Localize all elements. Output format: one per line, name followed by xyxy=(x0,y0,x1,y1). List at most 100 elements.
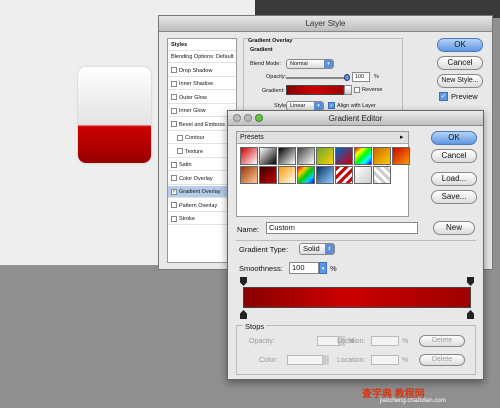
gradient-type-select[interactable]: Solid ⇕ xyxy=(299,243,335,255)
style-checkbox[interactable] xyxy=(171,107,177,114)
preset-swatch[interactable] xyxy=(240,147,258,165)
preset-swatch[interactable] xyxy=(354,147,372,165)
watermark-url: jiaocheng.chazidian.com xyxy=(380,398,446,404)
style-item[interactable]: Inner Glow xyxy=(168,105,236,117)
preview-checkbox[interactable]: ✓ xyxy=(439,92,448,101)
style-checkbox[interactable] xyxy=(171,94,177,101)
load-button[interactable]: Load... xyxy=(431,172,477,186)
ok-button[interactable]: OK xyxy=(431,131,477,145)
style-checkbox[interactable] xyxy=(171,67,177,74)
delete-button-2[interactable]: Delete xyxy=(419,354,465,366)
reverse-checkbox[interactable] xyxy=(354,87,360,93)
style-item[interactable]: Blending Options: Default xyxy=(168,51,236,63)
chevron-down-icon[interactable] xyxy=(344,85,352,95)
style-item[interactable]: Drop Shadow xyxy=(168,65,236,77)
subgroup-title: Gradient xyxy=(250,47,273,53)
style-item[interactable]: Inner Shadow xyxy=(168,78,236,90)
opacity-input[interactable]: 100 xyxy=(352,72,370,82)
style-item[interactable]: ✓ Gradient Overlay xyxy=(168,186,236,198)
style-item[interactable]: Color Overlay xyxy=(168,173,236,185)
style-item[interactable]: Texture xyxy=(168,146,236,158)
new-button[interactable]: New xyxy=(433,221,475,235)
presets-menu-icon[interactable]: ▸ xyxy=(400,133,404,141)
style-checkbox[interactable] xyxy=(171,161,177,168)
opacity-stop-right[interactable] xyxy=(467,277,474,286)
color-stop-left[interactable] xyxy=(240,310,247,319)
style-item[interactable]: Stroke xyxy=(168,213,236,225)
preset-swatch[interactable] xyxy=(316,166,334,184)
preset-swatch[interactable] xyxy=(335,147,353,165)
save-button[interactable]: Save... xyxy=(431,190,477,204)
preset-swatch[interactable] xyxy=(316,147,334,165)
new-style-button[interactable]: New Style... xyxy=(437,74,483,88)
blend-mode-label: Blend Mode: xyxy=(250,61,281,67)
styles-header[interactable]: Styles xyxy=(168,39,236,51)
smoothness-input[interactable]: 100 xyxy=(289,262,319,274)
gradient-preview[interactable] xyxy=(286,85,344,95)
opacity-stop-left[interactable] xyxy=(240,277,247,286)
smoothness-dropdown-icon[interactable]: ▾ xyxy=(319,262,327,274)
preset-swatch[interactable] xyxy=(373,166,391,184)
style-checkbox[interactable] xyxy=(177,148,183,155)
name-input[interactable]: Custom xyxy=(266,222,418,234)
chevron-down-icon: ▾ xyxy=(314,102,323,110)
stop-location-input-2[interactable] xyxy=(371,355,399,365)
preset-swatch[interactable] xyxy=(259,147,277,165)
style-item[interactable]: Satin xyxy=(168,159,236,171)
preset-swatch[interactable] xyxy=(278,147,296,165)
blend-mode-select[interactable]: Normal ▾ xyxy=(286,59,334,69)
style-item[interactable]: Contour xyxy=(168,132,236,144)
gradient-label: Gradient: xyxy=(262,88,285,94)
style-item[interactable]: Pattern Overlay xyxy=(168,200,236,212)
preset-swatch[interactable] xyxy=(335,166,353,184)
align-checkbox[interactable]: ✓ xyxy=(328,102,335,109)
style-checkbox[interactable] xyxy=(171,80,177,87)
style-checkbox[interactable] xyxy=(171,202,177,209)
preset-swatch[interactable] xyxy=(373,147,391,165)
style-checkbox[interactable] xyxy=(177,134,183,141)
preset-swatch[interactable] xyxy=(392,147,410,165)
preset-swatch[interactable] xyxy=(297,147,315,165)
style-checkbox[interactable] xyxy=(171,121,177,128)
stop-color-swatch[interactable] xyxy=(287,355,323,365)
zoom-icon[interactable] xyxy=(255,114,263,122)
style-item[interactable]: Bevel and Emboss xyxy=(168,119,236,131)
watermark-logo: 查字典 教程网 xyxy=(362,389,425,400)
style-item-label: Stroke xyxy=(179,216,195,222)
style-checkbox[interactable] xyxy=(171,215,177,222)
stop-color-label: Color: xyxy=(259,357,278,364)
minimize-icon[interactable] xyxy=(244,114,252,122)
style-item-label: Drop Shadow xyxy=(179,67,213,74)
color-stop-right[interactable] xyxy=(467,310,474,319)
stop-location-input-1[interactable] xyxy=(371,336,399,346)
style-item-label: Gradient Overlay xyxy=(179,189,221,195)
style-item-label: Blending Options: Default xyxy=(171,54,234,60)
style-item[interactable]: Outer Glow xyxy=(168,92,236,104)
preset-swatch[interactable] xyxy=(278,166,296,184)
slider-thumb[interactable] xyxy=(344,74,350,81)
opacity-label: Opacity: xyxy=(266,74,287,80)
preset-swatch[interactable] xyxy=(259,166,277,184)
style-checkbox[interactable] xyxy=(171,175,177,182)
cancel-button[interactable]: Cancel xyxy=(431,149,477,163)
ok-button[interactable]: OK xyxy=(437,38,483,52)
opacity-unit: % xyxy=(374,74,379,80)
preview-shape xyxy=(78,67,151,163)
stop-opacity-input[interactable] xyxy=(317,336,339,346)
stops-group: Stops Opacity: % Location: % Delete Colo… xyxy=(236,322,476,375)
gradient-bar[interactable] xyxy=(243,287,471,308)
style-item-label: Color Overlay xyxy=(179,175,213,182)
delete-button-1[interactable]: Delete xyxy=(419,335,465,347)
stops-title: Stops xyxy=(243,322,267,331)
close-icon[interactable] xyxy=(233,114,241,122)
preset-swatch[interactable] xyxy=(240,166,258,184)
stop-location-label-1: Location: xyxy=(337,338,366,345)
chevron-down-icon[interactable] xyxy=(323,355,329,365)
preset-swatch[interactable] xyxy=(297,166,315,184)
style-checkbox[interactable]: ✓ xyxy=(171,188,177,195)
opacity-slider[interactable] xyxy=(286,74,350,81)
smoothness-label: Smoothness: xyxy=(239,264,283,273)
presets-label: Presets xyxy=(240,134,264,141)
preset-swatch[interactable] xyxy=(354,166,372,184)
cancel-button[interactable]: Cancel xyxy=(437,56,483,70)
